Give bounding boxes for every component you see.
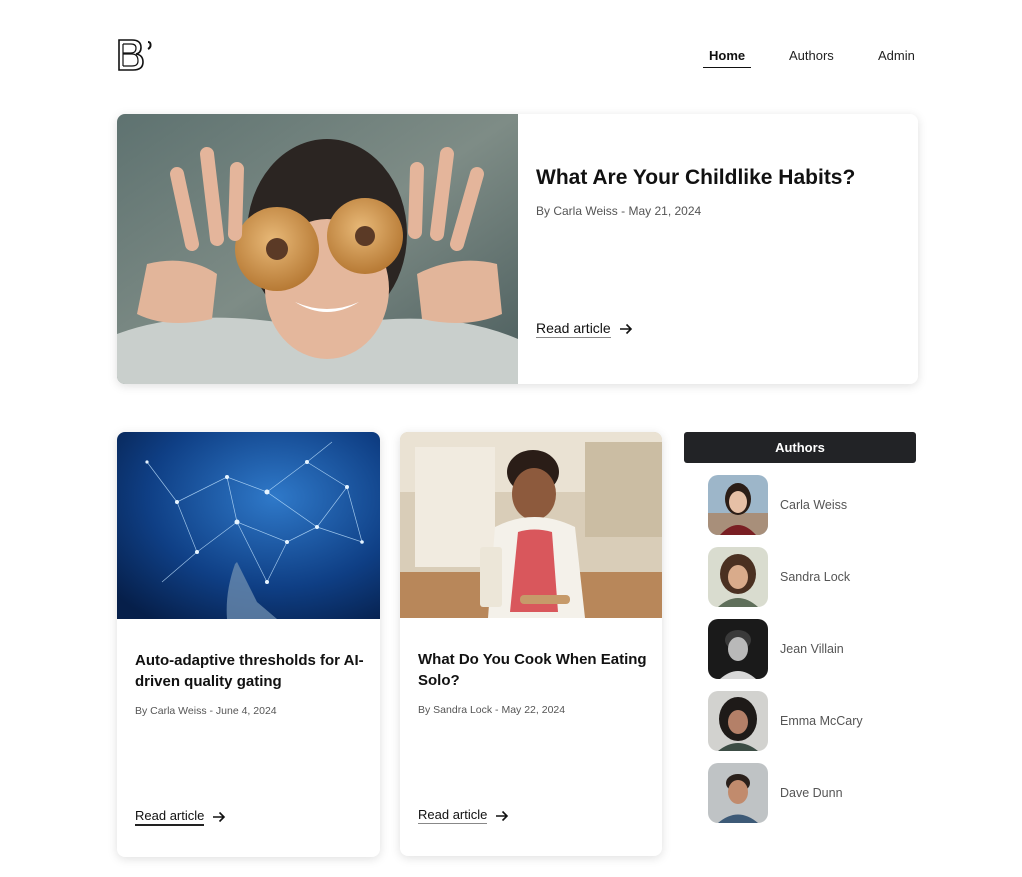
author-name: Jean Villain [780, 642, 844, 656]
featured-article-byline: By Carla Weiss - May 21, 2024 [536, 204, 702, 218]
article-card[interactable]: What Do You Cook When Eating Solo? By Sa… [400, 432, 662, 856]
avatar[interactable] [708, 619, 768, 679]
read-article-label: Read article [135, 808, 205, 826]
author-item[interactable]: Sandra Lock [708, 547, 908, 607]
site-header: Home Authors Admin [0, 0, 1022, 100]
avatar[interactable] [708, 547, 768, 607]
author-name: Dave Dunn [780, 786, 843, 800]
author-item[interactable]: Carla Weiss [708, 475, 908, 535]
nav-admin[interactable]: Admin [878, 48, 915, 64]
article-title[interactable]: Auto-adaptive thresholds for AI-driven q… [135, 650, 365, 692]
author-item[interactable]: Jean Villain [708, 619, 908, 679]
nav-authors[interactable]: Authors [789, 48, 834, 64]
read-article-label: Read article [536, 320, 611, 338]
author-name: Sandra Lock [780, 570, 851, 584]
article-byline: By Sandra Lock - May 22, 2024 [418, 704, 566, 716]
avatar[interactable] [708, 763, 768, 823]
avatar[interactable] [708, 475, 768, 535]
read-article-label: Read article [418, 807, 488, 824]
author-name: Carla Weiss [780, 498, 848, 512]
nav-home[interactable]: Home [703, 48, 752, 68]
featured-article-title[interactable]: What Are Your Childlike Habits? [536, 166, 855, 190]
article-byline: By Carla Weiss - June 4, 2024 [135, 705, 277, 717]
author-item[interactable]: Dave Dunn [708, 763, 908, 823]
featured-article-card[interactable]: What Are Your Childlike Habits? By Carla… [117, 114, 918, 384]
authors-heading: Authors [684, 432, 916, 463]
featured-read-article-link[interactable]: Read article [536, 320, 633, 338]
read-article-link[interactable]: Read article [418, 807, 509, 824]
author-item[interactable]: Emma McCary [708, 691, 908, 751]
article-card[interactable]: Auto-adaptive thresholds for AI-driven q… [117, 432, 380, 857]
avatar[interactable] [708, 691, 768, 751]
read-article-link[interactable]: Read article [135, 808, 226, 826]
author-name: Emma McCary [780, 714, 863, 728]
article-image[interactable] [400, 432, 662, 618]
site-logo[interactable] [117, 38, 157, 72]
article-title[interactable]: What Do You Cook When Eating Solo? [418, 649, 648, 691]
article-image[interactable] [117, 432, 380, 619]
authors-sidebar: Authors Carla Weiss Sandra Lock Jean Vil… [684, 432, 916, 823]
featured-article-image[interactable] [117, 114, 518, 384]
arrow-right-icon [619, 323, 632, 335]
arrow-right-icon [496, 810, 509, 821]
arrow-right-icon [213, 811, 226, 823]
